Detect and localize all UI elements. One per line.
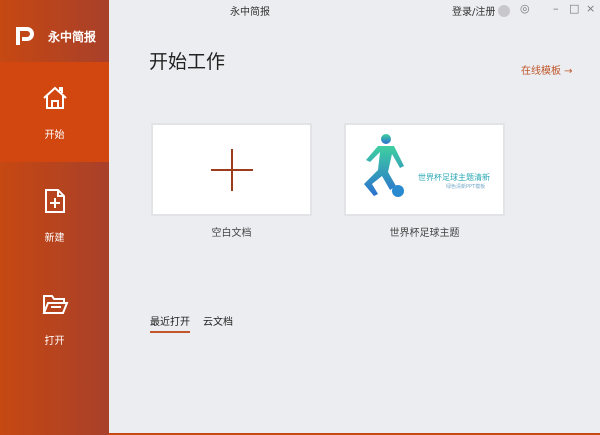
close-icon[interactable]: × (586, 2, 595, 15)
maximize-icon[interactable]: □ (569, 2, 579, 15)
sidebar-item-label: 新建 (44, 233, 65, 244)
avatar-icon (498, 4, 511, 17)
sidebar: 永中简报 开始 新建 打开 (0, 0, 109, 435)
online-templates-link[interactable]: 在线模板 → (521, 62, 573, 77)
thumbnail-subtitle: 绿色清新PPT模板 (446, 184, 486, 190)
logo-p-icon (16, 27, 34, 45)
app-name: 永中简报 (48, 29, 97, 44)
page-title: 开始工作 (149, 51, 226, 73)
worldcup-template-label: 世界杯足球主题 (389, 228, 460, 239)
sidebar-item-new[interactable]: 新建 (0, 165, 109, 265)
sidebar-item-start[interactable]: 开始 (0, 62, 109, 162)
tab-cloud[interactable]: 云文档 (203, 313, 233, 328)
window-title: 永中简报 (230, 7, 270, 18)
new-file-icon (44, 189, 65, 213)
thumbnail-title: 世界杯足球主题清新 (418, 173, 490, 182)
worldcup-template-card[interactable]: 世界杯足球主题清新 绿色清新PPT模板 (344, 123, 505, 216)
login-label: 登录/注册 (452, 7, 496, 18)
home-icon (42, 86, 67, 109)
login-button[interactable]: 登录/注册 (452, 3, 511, 18)
blank-document-card[interactable] (151, 123, 312, 216)
blank-document-label: 空白文档 (211, 228, 252, 239)
app-logo: 永中简报 (14, 26, 96, 46)
plus-icon (211, 149, 253, 191)
minimize-icon[interactable]: – (553, 2, 559, 15)
settings-icon[interactable]: ◎ (520, 2, 530, 15)
soccer-player-image (364, 134, 404, 197)
sidebar-item-label: 开始 (44, 130, 65, 141)
folder-open-icon (42, 295, 68, 314)
sidebar-item-label: 打开 (44, 336, 65, 347)
sidebar-item-open[interactable]: 打开 (0, 268, 109, 368)
tab-recent[interactable]: 最近打开 (150, 313, 190, 333)
